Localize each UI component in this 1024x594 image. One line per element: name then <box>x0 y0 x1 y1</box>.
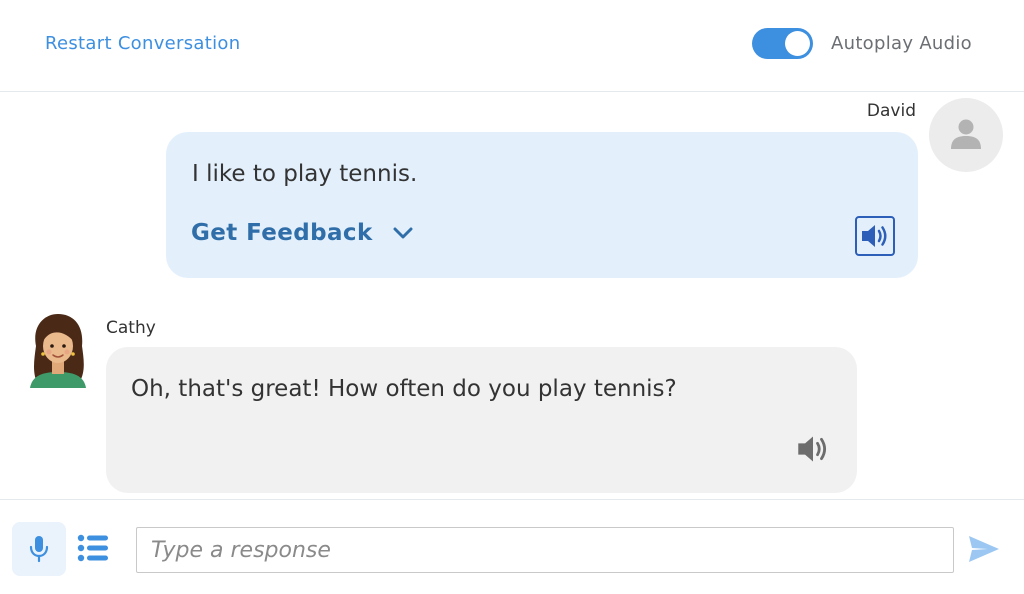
bot-name: Cathy <box>106 318 156 338</box>
send-button[interactable] <box>968 535 1000 567</box>
composer-bar <box>0 499 1024 594</box>
microphone-icon <box>29 536 49 563</box>
list-icon <box>77 534 108 562</box>
microphone-button[interactable] <box>12 522 66 576</box>
chevron-down-icon <box>393 227 413 239</box>
header-bar: Restart Conversation Autoplay Audio <box>0 0 1024 92</box>
restart-conversation-link[interactable]: Restart Conversation <box>45 33 240 54</box>
bot-message-text: Oh, that's great! How often do you play … <box>131 376 677 402</box>
cathy-avatar <box>28 312 88 388</box>
user-silhouette-icon <box>951 119 981 149</box>
user-name: David <box>866 101 916 121</box>
play-audio-button[interactable] <box>855 216 895 256</box>
get-feedback-button[interactable]: Get Feedback <box>191 220 413 246</box>
speaker-icon <box>798 436 827 462</box>
user-avatar <box>929 98 1003 172</box>
list-button[interactable] <box>77 533 109 567</box>
autoplay-label: Autoplay Audio <box>831 33 972 54</box>
get-feedback-label: Get Feedback <box>191 220 373 246</box>
user-message-bubble: I like to play tennis. Get Feedback <box>166 132 918 278</box>
play-audio-button[interactable] <box>796 433 830 469</box>
user-message-text: I like to play tennis. <box>192 161 418 187</box>
toggle-knob <box>785 31 810 56</box>
send-icon <box>969 536 999 562</box>
speaker-icon <box>862 225 887 247</box>
autoplay-toggle[interactable] <box>752 28 813 59</box>
bot-message-bubble: Oh, that's great! How often do you play … <box>106 347 857 493</box>
response-input[interactable] <box>136 527 954 573</box>
